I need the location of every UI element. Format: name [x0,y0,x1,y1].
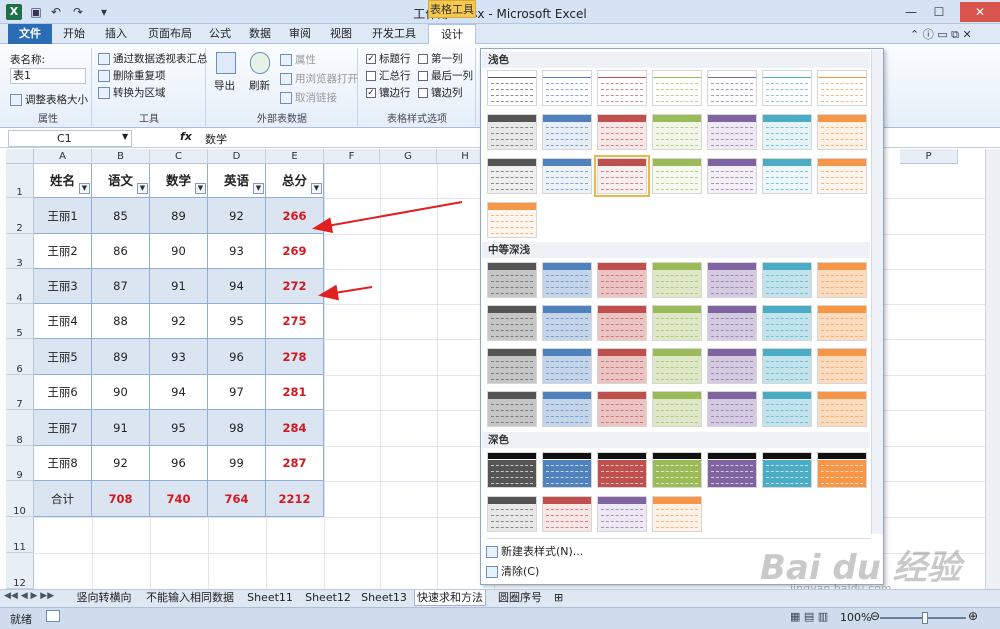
style-swatch-dark[interactable] [542,452,592,488]
style-swatch-dark[interactable] [762,452,812,488]
style-swatch-light[interactable] [542,114,592,150]
style-swatch-medium[interactable] [487,305,537,341]
style-swatch-light[interactable] [487,158,537,194]
sheet-tab[interactable]: Sheet12 [302,590,354,606]
zoom-slider-thumb[interactable] [922,612,928,624]
sheet-tab[interactable]: 快速求和方法 [414,590,486,606]
style-swatch-medium[interactable] [652,391,702,427]
style-swatch-light[interactable] [762,158,812,194]
new-table-style-item[interactable]: 新建表样式(N)... [486,543,583,559]
zoom-in-icon[interactable]: ⊕ [968,609,978,623]
style-swatch-light[interactable] [652,158,702,194]
style-swatch-medium[interactable] [817,348,867,384]
clear-style-item[interactable]: 清除(C) [486,563,539,579]
style-swatch-light[interactable] [762,70,812,106]
style-swatch-medium[interactable] [542,391,592,427]
style-swatch-medium[interactable] [542,348,592,384]
section-dark: 深色 [482,432,870,448]
style-swatch-medium[interactable] [652,305,702,341]
macro-record-icon[interactable] [46,610,60,622]
style-swatch-dark[interactable] [487,496,537,532]
style-swatch-light[interactable] [707,70,757,106]
style-swatch-dark[interactable] [542,496,592,532]
style-swatch-dark[interactable] [652,496,702,532]
sheet-tab[interactable]: Sheet13 [358,590,410,606]
style-swatch-medium[interactable] [597,262,647,298]
style-swatch-dark[interactable] [652,452,702,488]
style-swatch-light[interactable] [542,158,592,194]
style-swatch-light[interactable] [487,70,537,106]
style-swatch-medium[interactable] [542,262,592,298]
style-swatch-medium[interactable] [817,391,867,427]
style-swatch-medium[interactable] [707,262,757,298]
view-buttons-icons[interactable]: ▦ ▤ ▥ [790,610,828,623]
style-swatch-medium[interactable] [487,262,537,298]
style-swatch-light[interactable] [487,202,537,238]
style-swatch-light[interactable] [707,114,757,150]
arrow-to-e2 [312,201,463,234]
style-swatch-dark[interactable] [597,452,647,488]
insert-sheet-icon[interactable]: ⊞ [554,590,568,606]
style-swatch-dark[interactable] [487,452,537,488]
style-swatch-medium[interactable] [542,305,592,341]
style-swatch-light[interactable] [707,158,757,194]
style-swatch-medium[interactable] [597,391,647,427]
style-swatch-medium[interactable] [597,348,647,384]
style-swatch-light[interactable] [817,114,867,150]
style-swatch-medium[interactable] [707,348,757,384]
style-swatch-light[interactable] [542,70,592,106]
eraser-icon [486,566,498,578]
style-swatch-medium[interactable] [597,305,647,341]
sheet-tab[interactable]: 不能输入相同数据 [142,590,238,606]
gallery-scrollbar[interactable] [871,50,883,534]
zoom-level[interactable]: 100% [840,611,871,624]
style-swatch-medium[interactable] [652,348,702,384]
new-style-icon [486,546,498,558]
style-swatch-medium[interactable] [817,262,867,298]
section-medium: 中等深浅 [482,242,870,258]
style-swatch-light[interactable] [652,70,702,106]
style-swatch-light[interactable] [594,155,650,197]
style-swatch-medium[interactable] [762,305,812,341]
sheet-tab[interactable]: 圆圈序号 [490,590,550,606]
style-swatch-light[interactable] [817,70,867,106]
style-swatch-medium[interactable] [817,305,867,341]
style-swatch-light[interactable] [762,114,812,150]
style-swatch-dark[interactable] [707,452,757,488]
style-swatch-medium[interactable] [652,262,702,298]
sheet-nav-icons[interactable]: ◀◀ ◀ ▶ ▶▶ [4,591,54,601]
style-swatch-medium[interactable] [487,391,537,427]
zoom-out-icon[interactable]: ⊖ [870,609,880,623]
status-ready: 就绪 [10,613,32,626]
style-swatch-medium[interactable] [762,348,812,384]
sheet-tab[interactable]: Sheet11 [242,590,298,606]
gallery-divider [487,538,871,539]
style-swatch-medium[interactable] [762,262,812,298]
style-swatch-medium[interactable] [762,391,812,427]
style-swatch-light[interactable] [487,114,537,150]
sheet-tab[interactable]: 竖向转横向 [70,590,138,606]
section-light: 浅色 [482,52,870,68]
style-swatch-light[interactable] [652,114,702,150]
style-swatch-dark[interactable] [597,496,647,532]
style-swatch-light[interactable] [597,114,647,150]
style-swatch-light[interactable] [597,70,647,106]
style-swatch-medium[interactable] [707,305,757,341]
arrow-to-e4 [318,284,373,301]
style-swatch-light[interactable] [817,158,867,194]
style-swatch-medium[interactable] [487,348,537,384]
style-swatch-dark[interactable] [817,452,867,488]
style-swatch-medium[interactable] [707,391,757,427]
